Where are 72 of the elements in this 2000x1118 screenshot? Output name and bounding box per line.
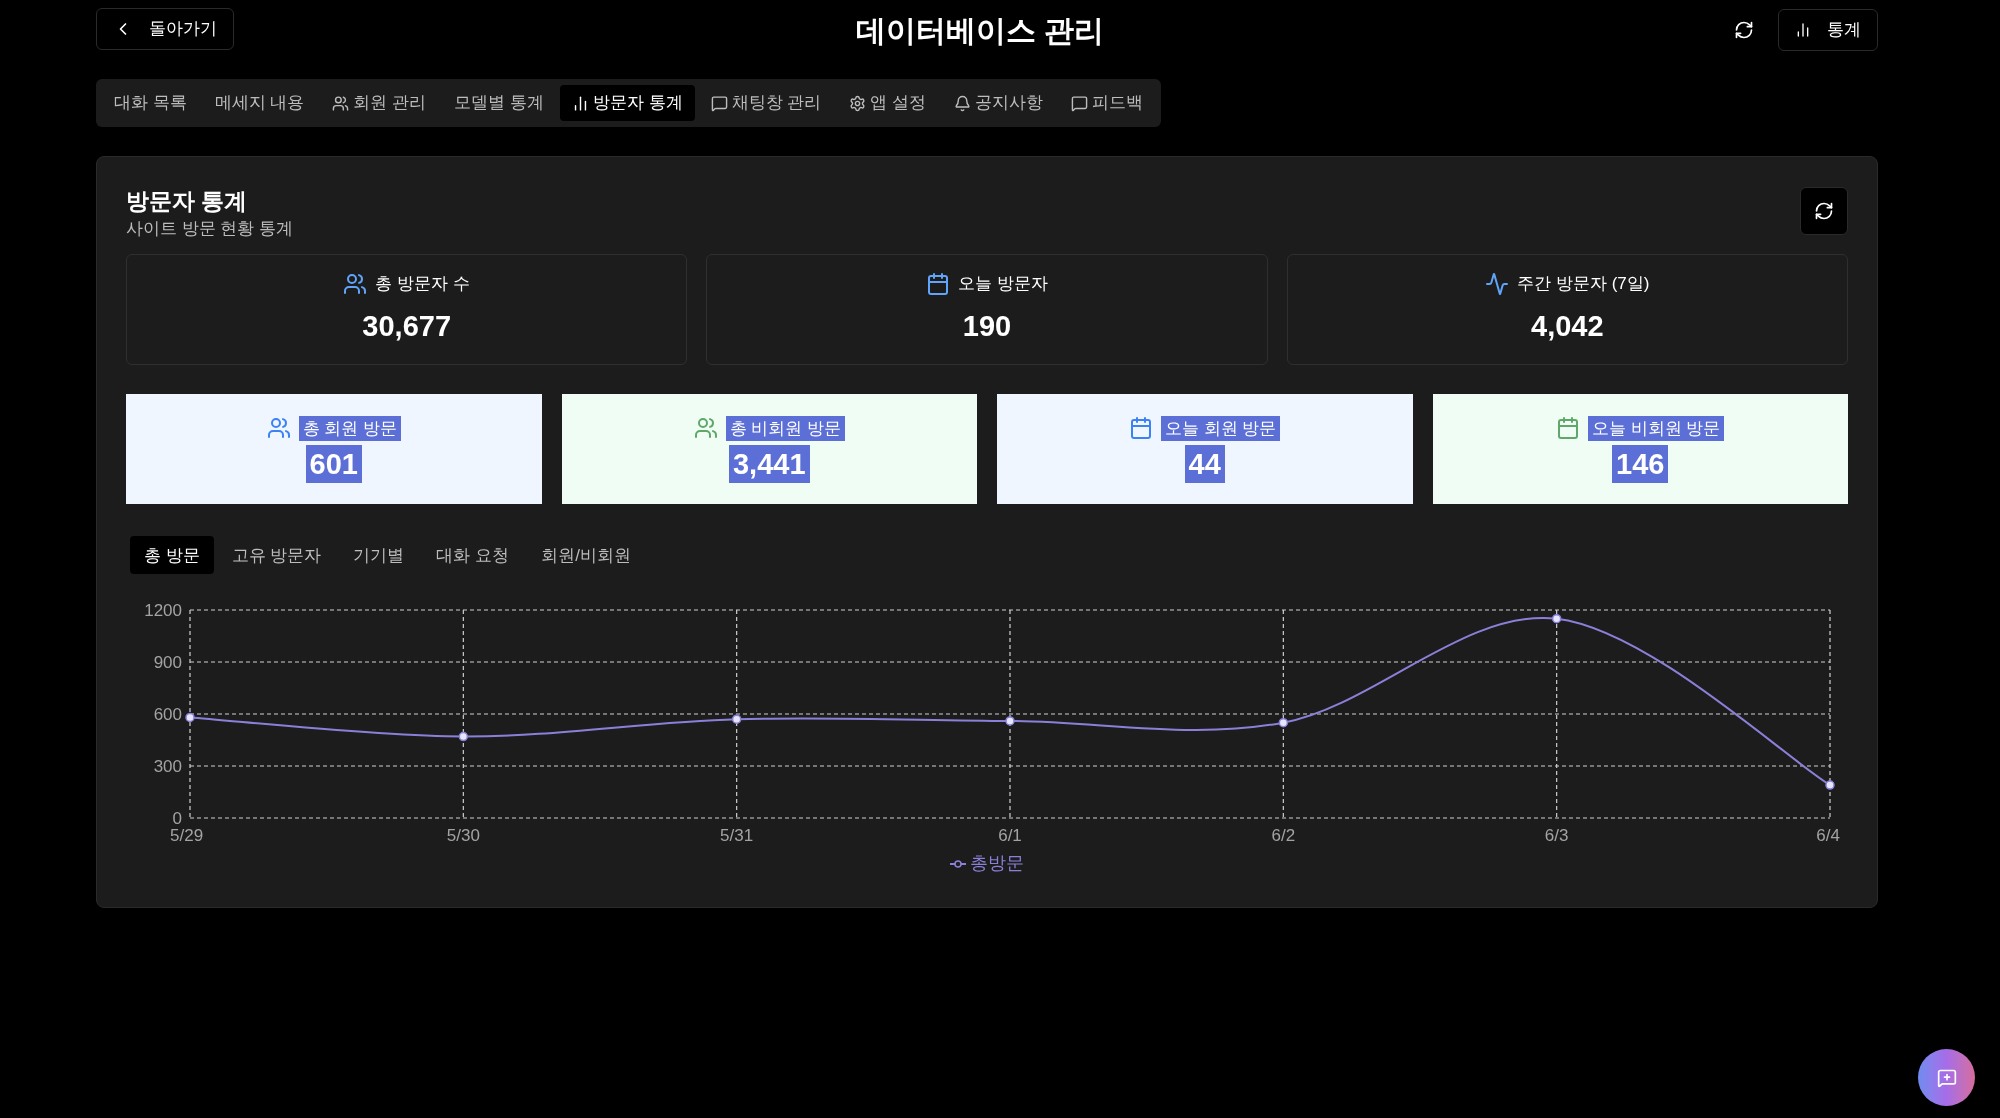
y-axis-label: 300 [153,757,182,777]
card-label: 총 회원 방문 [298,415,401,441]
chart-tab[interactable]: 대화 요청 [422,536,524,575]
nav-tab[interactable]: 메세지 내용 [202,85,317,121]
nav-tab[interactable]: 피드백 [1059,85,1156,121]
chart-tab[interactable]: 총 방문 [130,536,214,575]
card-value: 4,042 [1531,308,1604,344]
back-button[interactable]: 돌아가기 [96,8,234,50]
chat-fab[interactable] [1918,1049,1975,1106]
legend-label: 총방문 [970,852,1024,876]
y-axis-label: 0 [172,809,182,829]
x-axis-label: 6/2 [1271,826,1296,846]
x-axis-label: 5/29 [170,826,204,846]
refresh-icon [1814,201,1834,221]
card-label: 오늘 비회원 방문 [1588,415,1725,441]
card-label: 총 방문자 수 [375,273,470,296]
data-point [1278,718,1289,728]
calendar-icon [1129,416,1153,441]
nav-tab[interactable]: 모델별 통계 [442,85,556,121]
x-axis-label: 6/3 [1544,826,1569,846]
stats-button[interactable]: 통계 [1778,9,1878,51]
card-value: 30,677 [362,308,451,344]
users-icon [266,416,291,441]
nav-tab[interactable]: 채팅창 관리 [698,85,834,121]
data-point [1825,780,1835,791]
card-value: 146 [1612,445,1669,483]
data-point [731,714,742,725]
panel-subtitle: 사이트 방문 현황 통계 [126,217,294,240]
chart-tab[interactable]: 기기별 [339,536,419,575]
card-value: 601 [305,445,362,483]
pulse-icon [1485,272,1510,296]
card-label: 주간 방문자 (7일) [1517,273,1650,296]
card-label: 오늘 회원 방문 [1161,415,1281,441]
users-icon [332,94,350,112]
users-icon [343,272,368,296]
data-point [185,712,195,723]
refresh-button[interactable] [1800,187,1848,235]
x-axis-label: 5/31 [720,826,754,846]
calendar-icon [1556,416,1580,441]
x-axis-label: 6/1 [998,826,1022,846]
x-axis-label: 5/30 [446,826,480,846]
nav-tab[interactable]: 공지사항 [942,85,1056,121]
panel-title: 방문자 통계 [126,187,249,216]
y-axis-label: 600 [153,705,182,725]
data-point [458,732,469,742]
nav-tab[interactable]: 대화 목록 [102,85,199,121]
card-value: 44 [1184,445,1225,483]
data-point [1551,614,1562,624]
y-axis-label: 1200 [144,601,182,621]
page-title: 데이터베이스 관리 [856,13,1105,49]
users-icon [693,416,718,441]
settings-icon [849,94,867,112]
message-icon [1071,94,1089,112]
nav-tab[interactable]: 회원 관리 [320,85,439,121]
message-icon [710,94,728,112]
bar-chart-icon [1795,22,1811,38]
card-value: 3,441 [728,445,810,483]
card-value: 190 [962,308,1012,344]
chart-tab[interactable]: 고유 방문자 [217,536,336,575]
x-axis-label: 6/4 [1816,826,1840,846]
nav-tab[interactable]: 방문자 통계 [559,85,695,121]
refresh-icon[interactable] [1734,20,1754,40]
legend-item[interactable]: 총방문 [950,850,1024,878]
nav-tab[interactable]: 앱 설정 [837,85,939,121]
data-point [1005,716,1015,726]
calendar-icon [926,272,951,296]
card-label: 오늘 방문자 [958,273,1048,296]
y-axis-label: 900 [153,653,182,673]
chart-tab[interactable]: 회원/비회원 [527,536,645,575]
card-label: 총 비회원 방문 [725,415,845,441]
bell-icon [954,94,972,112]
message-plus-icon [1936,1067,1957,1088]
